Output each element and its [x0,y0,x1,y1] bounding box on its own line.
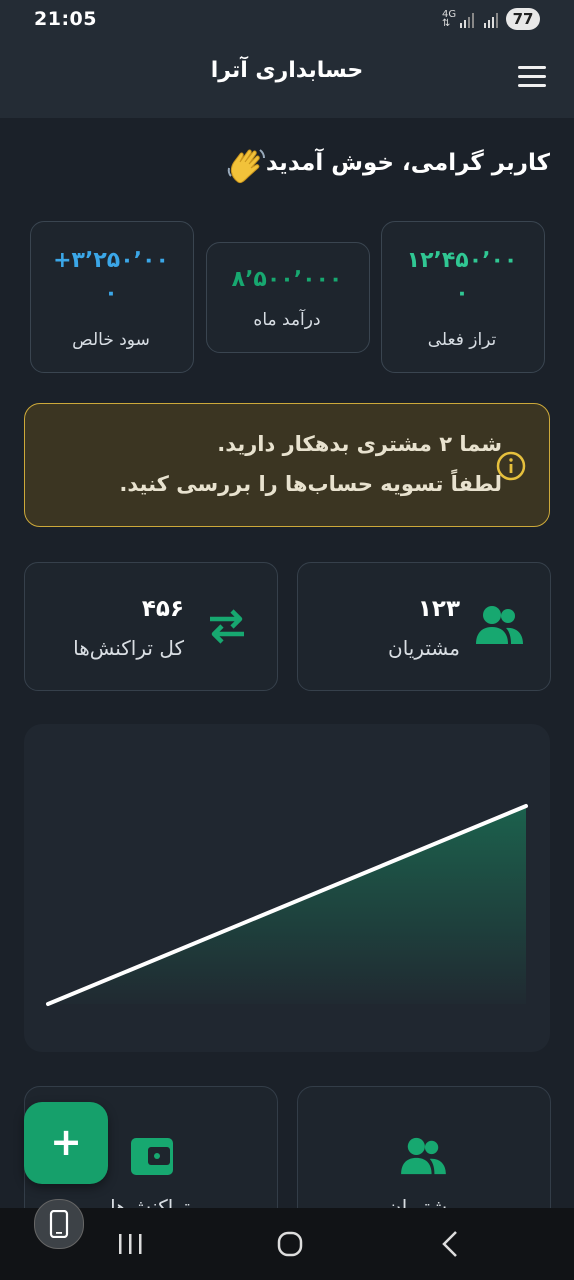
users-icon-bottom [401,1137,446,1175]
signal-icon [460,13,474,28]
stat-balance-value: ۱۲٬۴۵۰٬۰۰ ۰ [406,248,518,306]
stat-income-label: درآمد ماه [253,310,321,330]
transactions-label: کل تراکنش‌ها [73,636,184,660]
users-icon [476,606,523,644]
stat-profit-label: سود خالص [72,330,150,350]
status-time: 21:05 [34,8,97,30]
swap-icon [210,609,244,644]
stat-balance-label: تراز فعلی [427,330,497,350]
battery-indicator: 77 [506,8,540,30]
stat-card-income[interactable] [206,242,370,353]
back-icon[interactable] [430,1226,470,1262]
menu-icon[interactable] [518,66,546,88]
welcome-text: کاربر گرامی، خوش آمدید [265,150,550,176]
signal-icon-2 [484,13,498,28]
stat-profit-value: +۳٬۲۵۰٬۰۰ ۰ [53,248,169,306]
customers-label: مشتریان [388,636,460,660]
waving-hand-icon [227,149,265,184]
floating-toggle-button[interactable] [34,1199,84,1249]
info-icon [496,451,526,481]
transactions-count: ۴۵۶ [141,596,184,622]
balance-chart [46,804,528,1006]
home-icon[interactable] [270,1226,310,1262]
network-indicator: 4G ⇅ [442,9,457,29]
app-title: حسابداری آترا [210,58,364,83]
stat-income-value: ۸٬۵۰۰٬۰۰۰ [231,267,343,292]
recent-apps-icon[interactable] [110,1226,150,1262]
wallet-icon [131,1138,173,1175]
phone-icon [49,1210,69,1238]
debt-alert-text: شما ۲ مشتری بدهکار دارید. لطفاً تسویه حسا… [119,432,502,496]
customers-count: ۱۲۳ [417,596,460,622]
add-fab-button[interactable]: + [24,1102,108,1184]
